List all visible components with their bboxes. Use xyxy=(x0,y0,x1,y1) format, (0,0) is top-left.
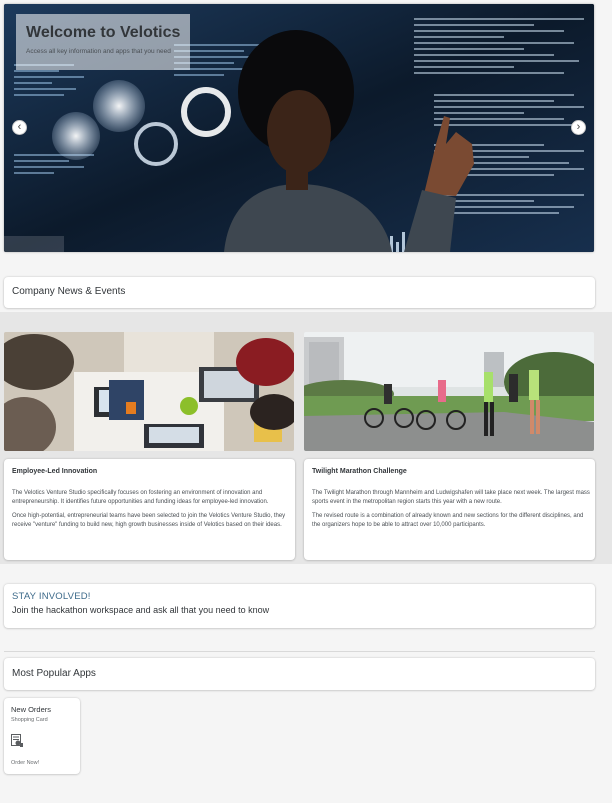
app-tile-footer: Order Now! xyxy=(11,760,40,766)
news-image-marathon[interactable] xyxy=(304,332,594,451)
innovation-photo xyxy=(4,332,294,451)
news-card-paragraph: The revised route is a combination of al… xyxy=(312,513,584,528)
chevron-right-icon: › xyxy=(576,121,581,133)
news-card-text: The Twilight Marathon through Mannheim a… xyxy=(312,489,590,535)
apps-section-title: Most Popular Apps xyxy=(12,668,96,679)
news-image-innovation[interactable] xyxy=(4,332,294,451)
section-divider xyxy=(4,651,595,652)
news-card-innovation[interactable]: Employee-Led Innovation The Velotics Ven… xyxy=(4,459,295,560)
app-tile-subtitle: Shopping Card xyxy=(11,717,48,723)
hero-title-box xyxy=(16,14,190,70)
shopping-cart-icon xyxy=(11,734,23,747)
hero-title: Welcome to Velotics xyxy=(26,24,181,41)
involved-card[interactable]: STAY INVOLVED! Join the hackathon worksp… xyxy=(4,584,595,628)
news-card-paragraph: The Velotics Venture Studio specifically… xyxy=(12,490,269,505)
apps-section-header: Most Popular Apps xyxy=(4,658,595,690)
news-section-header: Company News & Events xyxy=(4,277,595,308)
news-card-paragraph: The Twilight Marathon through Mannheim a… xyxy=(312,490,590,505)
marathon-photo xyxy=(304,332,594,451)
news-card-paragraph: Once high-potential, entrepreneurial tea… xyxy=(12,513,286,528)
news-card-title: Twilight Marathon Challenge xyxy=(312,468,407,475)
news-card-marathon[interactable]: Twilight Marathon Challenge The Twilight… xyxy=(304,459,595,560)
carousel-prev-button[interactable]: ‹ xyxy=(12,120,27,135)
carousel-next-button[interactable]: › xyxy=(571,120,586,135)
news-card-title: Employee-Led Innovation xyxy=(12,468,98,475)
app-tile-title: New Orders xyxy=(11,705,52,714)
news-card-text: The Velotics Venture Studio specifically… xyxy=(12,489,290,535)
hero-subtitle: Access all key information and apps that… xyxy=(26,48,171,55)
news-section-title: Company News & Events xyxy=(12,286,126,297)
involved-title: STAY INVOLVED! xyxy=(12,591,91,602)
involved-text: Join the hackathon workspace and ask all… xyxy=(12,605,270,615)
chevron-left-icon: ‹ xyxy=(17,121,22,133)
app-tile-new-orders[interactable]: New Orders Shopping Card Order Now! xyxy=(4,698,80,774)
hero-carousel[interactable]: Welcome to Velotics Access all key infor… xyxy=(4,4,594,252)
